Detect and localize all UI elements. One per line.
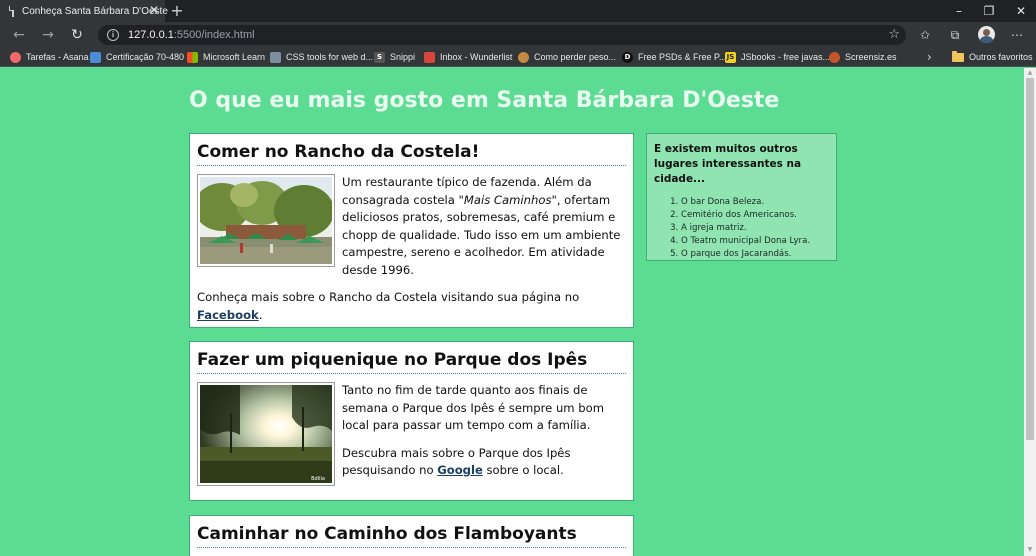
list-item: O Teatro municipal Dona Lyra. [681,235,829,248]
asana-icon [10,51,21,63]
card-parque-ipes: Fazer um piquenique no Parque dos Ipês B… [189,341,634,501]
site-info-icon[interactable]: i [107,29,119,41]
page-icon [9,5,14,17]
scroll-down-icon[interactable]: ▼ [1026,546,1034,554]
address-bar[interactable]: i 127.0.0.1:5500/index.html ☆ [98,25,906,45]
profile-avatar[interactable] [978,26,995,43]
other-bookmarks[interactable]: Outros favoritos [952,50,1033,64]
page-title: O que eu mais gosto em Santa Bárbara D'O… [189,88,780,113]
list-item: O parque dos Jacarandás. [681,248,829,261]
card-more-info: Descubra mais sobre o Parque dos Ipês pe… [342,445,571,478]
reload-button[interactable]: ↻ [67,25,87,45]
favorite-star-icon[interactable]: ☆ [888,26,900,44]
restore-button[interactable]: ❐ [974,0,1004,22]
bookmarks-bar: Tarefas - Asana Certificação 70-480 Micr… [0,47,1036,67]
tab-active[interactable]: Conheça Santa Bárbara D'Oeste ✕ [0,0,168,22]
psd-icon: D [622,51,633,63]
park-image: Bdlila [200,385,332,483]
tab-bar: Conheça Santa Bárbara D'Oeste ✕ + – ❐ ✕ [0,0,1036,22]
new-tab-button[interactable]: + [170,1,184,21]
cert-icon [90,51,101,63]
screensizes-icon [829,51,840,63]
card-heading: Comer no Rancho da Costela! [197,142,626,166]
microsoft-icon [187,51,198,63]
bookmark-asana[interactable]: Tarefas - Asana [10,50,89,64]
collections-icon[interactable]: ⧉ [944,25,966,45]
other-places-aside: E existem muitos outros lugares interess… [646,133,837,261]
scroll-up-icon[interactable]: ▲ [1026,69,1034,77]
minimize-button[interactable]: – [944,0,974,22]
bookmark-jsbooks[interactable]: JS JSbooks - free javas... [725,50,830,64]
back-button[interactable]: ← [9,25,29,45]
aside-heading: E existem muitos outros lugares interess… [654,143,802,185]
folder-icon [952,50,964,62]
url-text[interactable]: 127.0.0.1:5500/index.html [128,27,255,43]
places-list: O bar Dona Beleza. Cemitério dos America… [654,196,829,261]
wunderlist-icon [424,51,435,63]
browser-toolbar: ← → ↻ i 127.0.0.1:5500/index.html ☆ ✩ ⧉ … [0,22,1036,47]
bookmark-free-psds[interactable]: D Free PSDs & Free P... [622,50,726,64]
forward-button[interactable]: → [38,25,58,45]
bookmark-perder-peso[interactable]: Como perder peso... [518,50,616,64]
close-window-button[interactable]: ✕ [1006,0,1036,22]
google-link[interactable]: Google [437,463,483,477]
jsbooks-icon: JS [725,51,736,63]
card-heading: Caminhar no Caminho dos Flamboyants [197,524,626,548]
bookmark-css-tools[interactable]: CSS tools for web d... [270,50,373,64]
more-menu-icon[interactable]: ⋯ [1006,25,1028,45]
page-viewport: O que eu mais gosto em Santa Bárbara D'O… [0,68,1024,556]
health-icon [518,51,529,63]
chevron-right-icon[interactable]: › [927,50,932,64]
card-flamboyants: Caminhar no Caminho dos Flamboyants [189,515,634,556]
facebook-link[interactable]: Facebook [197,308,259,322]
card-description: Um restaurante típico de fazenda. Além d… [342,175,621,277]
tab-title: Conheça Santa Bárbara D'Oeste [22,5,168,17]
card-description: Tanto no fim de tarde quanto aos finais … [342,382,626,486]
bookmark-certificacao[interactable]: Certificação 70-480 [90,50,184,64]
list-item: Cemitério dos Americanos. [681,209,829,222]
scrollbar-thumb[interactable] [1026,78,1034,440]
page-scrollbar[interactable]: ▲ ▼ [1024,68,1036,556]
park-photo: Bdlila [197,382,335,486]
restaurant-photo [197,174,335,267]
close-tab-icon[interactable]: ✕ [149,3,159,18]
card-rancho-costela: Comer no Rancho da Costela! Um restauran… [189,133,634,328]
bookmark-screensizes[interactable]: Screensiz.es [829,50,897,64]
card-more-info: Conheça mais sobre o Rancho da Costela v… [197,290,580,322]
bookmark-snippi[interactable]: S Snippi [374,50,415,64]
bookmark-microsoft-learn[interactable]: Microsoft Learn [187,50,265,64]
favorites-icon[interactable]: ✩ [914,25,936,45]
restaurant-image [200,177,332,264]
card-heading: Fazer um piquenique no Parque dos Ipês [197,350,626,374]
photo-watermark: Bdlila [311,476,325,482]
css-tools-icon [270,51,281,63]
snippi-icon: S [374,51,385,63]
list-item: A igreja matriz. [681,222,829,235]
list-item: O bar Dona Beleza. [681,196,829,209]
bookmark-wunderlist[interactable]: Inbox - Wunderlist [424,50,512,64]
